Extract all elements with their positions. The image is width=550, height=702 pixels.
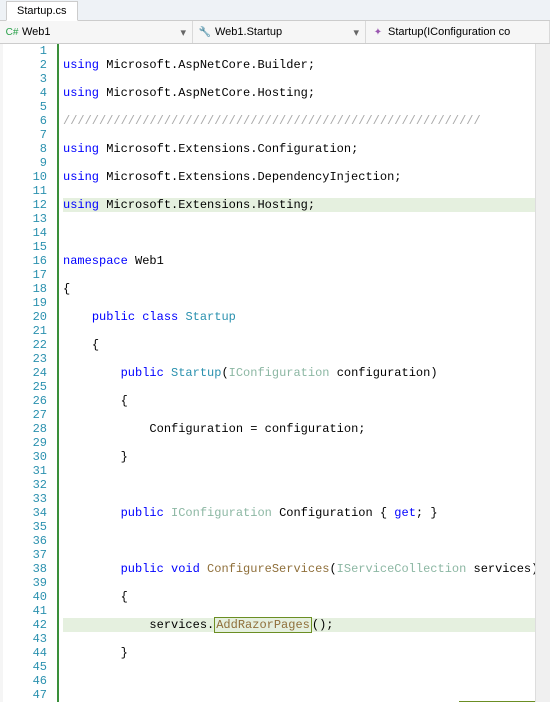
navigation-bar: C# Web1 ▾ 🔧 Web1.Startup ▾ ✦ Startup(ICo… xyxy=(0,21,550,44)
line-number: 41 xyxy=(3,604,47,618)
line-number: 12 xyxy=(3,198,47,212)
line-number: 33 xyxy=(3,492,47,506)
line-number: 23 xyxy=(3,352,47,366)
line-number: 1 xyxy=(3,44,47,58)
line-number: 14 xyxy=(3,226,47,240)
line-number: 20 xyxy=(3,310,47,324)
line-number: 44 xyxy=(3,646,47,660)
csharp-icon: C# xyxy=(6,26,18,38)
line-number: 18 xyxy=(3,282,47,296)
line-number: 10 xyxy=(3,170,47,184)
line-number: 16 xyxy=(3,254,47,268)
line-number: 17 xyxy=(3,268,47,282)
line-number: 5 xyxy=(3,100,47,114)
line-number: 15 xyxy=(3,240,47,254)
tab-bar: Startup.cs xyxy=(0,0,550,21)
line-number: 35 xyxy=(3,520,47,534)
code-editor[interactable]: 1234567891011121314151617181920212223242… xyxy=(0,44,550,702)
line-number: 21 xyxy=(3,324,47,338)
line-number: 8 xyxy=(3,142,47,156)
class-icon: 🔧 xyxy=(199,26,211,38)
line-number: 4 xyxy=(3,86,47,100)
nav-project-dropdown[interactable]: C# Web1 ▾ xyxy=(0,21,193,43)
line-number: 46 xyxy=(3,674,47,688)
nav-method-label: Startup(IConfiguration co xyxy=(388,26,510,38)
line-number-gutter: 1234567891011121314151617181920212223242… xyxy=(3,44,59,702)
line-number: 9 xyxy=(3,156,47,170)
file-tab-label: Startup.cs xyxy=(17,5,67,17)
line-number: 13 xyxy=(3,212,47,226)
line-number: 29 xyxy=(3,436,47,450)
line-number: 24 xyxy=(3,366,47,380)
line-number: 22 xyxy=(3,338,47,352)
line-number: 31 xyxy=(3,464,47,478)
line-number: 28 xyxy=(3,422,47,436)
line-number: 40 xyxy=(3,590,47,604)
line-number: 45 xyxy=(3,660,47,674)
line-number: 38 xyxy=(3,562,47,576)
line-number: 37 xyxy=(3,548,47,562)
line-number: 39 xyxy=(3,576,47,590)
line-number: 2 xyxy=(3,58,47,72)
chevron-down-icon: ▾ xyxy=(353,26,359,39)
nav-project-label: Web1 xyxy=(22,26,51,38)
line-number: 7 xyxy=(3,128,47,142)
chevron-down-icon: ▾ xyxy=(180,26,186,39)
line-number: 30 xyxy=(3,450,47,464)
line-number: 42 xyxy=(3,618,47,632)
line-number: 32 xyxy=(3,478,47,492)
file-tab-startup[interactable]: Startup.cs xyxy=(6,1,78,21)
line-number: 43 xyxy=(3,632,47,646)
line-number: 27 xyxy=(3,408,47,422)
nav-method-dropdown[interactable]: ✦ Startup(IConfiguration co xyxy=(366,21,550,43)
line-number: 11 xyxy=(3,184,47,198)
line-number: 25 xyxy=(3,380,47,394)
vertical-scrollbar[interactable] xyxy=(535,44,550,702)
line-number: 26 xyxy=(3,394,47,408)
line-number: 3 xyxy=(3,72,47,86)
line-number: 36 xyxy=(3,534,47,548)
nav-class-dropdown[interactable]: 🔧 Web1.Startup ▾ xyxy=(193,21,366,43)
highlight-addrazorpages: AddRazorPages xyxy=(214,617,312,633)
code-area[interactable]: using Microsoft.AspNetCore.Builder; usin… xyxy=(59,44,535,702)
line-number: 19 xyxy=(3,296,47,310)
line-number: 34 xyxy=(3,506,47,520)
method-icon: ✦ xyxy=(372,26,384,38)
nav-class-label: Web1.Startup xyxy=(215,26,282,38)
line-number: 6 xyxy=(3,114,47,128)
